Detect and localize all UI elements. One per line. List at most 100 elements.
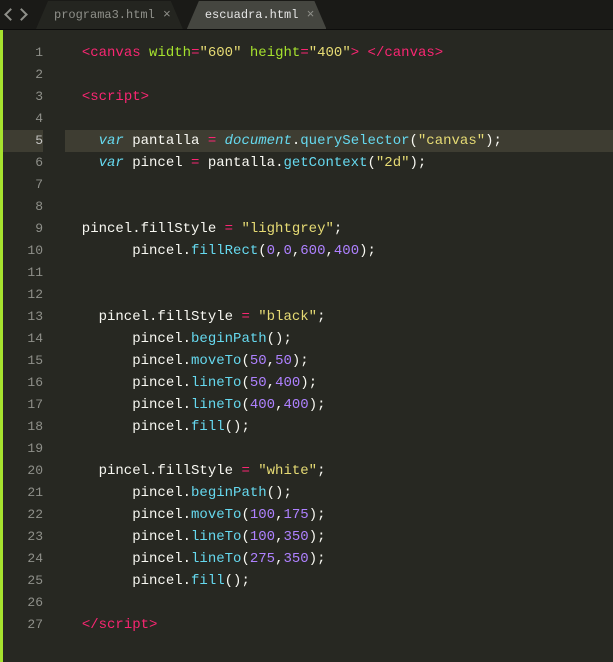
line-number: 5 bbox=[3, 130, 43, 152]
code-line[interactable]: </script> bbox=[65, 614, 613, 636]
code-line[interactable] bbox=[65, 438, 613, 460]
code-line[interactable]: pincel.lineTo(100,350); bbox=[65, 526, 613, 548]
token: height bbox=[250, 45, 300, 61]
token bbox=[65, 89, 82, 105]
token: getContext bbox=[283, 155, 367, 171]
token: pincel bbox=[124, 155, 191, 171]
tab-label: escuadra.html bbox=[205, 8, 299, 22]
token bbox=[359, 45, 367, 61]
token: ; bbox=[334, 221, 342, 237]
token: 0 bbox=[267, 243, 275, 259]
code-line[interactable]: pincel.fillStyle = "lightgrey"; bbox=[65, 218, 613, 240]
token: (); bbox=[267, 331, 292, 347]
code-line[interactable] bbox=[65, 284, 613, 306]
token: ( bbox=[241, 551, 249, 567]
token: pincel. bbox=[65, 507, 191, 523]
code-area[interactable]: <canvas width="600" height="400"> </canv… bbox=[55, 30, 613, 662]
token bbox=[250, 309, 258, 325]
token: document bbox=[225, 133, 292, 149]
line-number: 11 bbox=[3, 262, 43, 284]
line-number: 13 bbox=[3, 306, 43, 328]
line-number: 20 bbox=[3, 460, 43, 482]
token: pincel. bbox=[65, 551, 191, 567]
token: ); bbox=[309, 529, 326, 545]
token: </ bbox=[82, 617, 99, 633]
token bbox=[141, 45, 149, 61]
line-number: 22 bbox=[3, 504, 43, 526]
line-number: 19 bbox=[3, 438, 43, 460]
token: , bbox=[267, 375, 275, 391]
line-number: 26 bbox=[3, 592, 43, 614]
code-line[interactable]: pincel.beginPath(); bbox=[65, 328, 613, 350]
token: ( bbox=[241, 397, 249, 413]
code-line[interactable]: pincel.beginPath(); bbox=[65, 482, 613, 504]
code-line[interactable]: pincel.lineTo(275,350); bbox=[65, 548, 613, 570]
code-line[interactable]: pincel.fillStyle = "black"; bbox=[65, 306, 613, 328]
line-number: 10 bbox=[3, 240, 43, 262]
token: lineTo bbox=[191, 397, 241, 413]
line-number: 12 bbox=[3, 284, 43, 306]
token: pincel. bbox=[65, 353, 191, 369]
token: = bbox=[225, 221, 233, 237]
code-line[interactable]: pincel.moveTo(100,175); bbox=[65, 504, 613, 526]
code-line[interactable] bbox=[65, 196, 613, 218]
code-line[interactable]: pincel.fill(); bbox=[65, 416, 613, 438]
token: , bbox=[267, 353, 275, 369]
code-line[interactable]: var pincel = pantalla.getContext("2d"); bbox=[65, 152, 613, 174]
token: < bbox=[82, 89, 90, 105]
code-line[interactable]: var pantalla = document.querySelector("c… bbox=[65, 130, 613, 152]
token bbox=[65, 133, 99, 149]
line-number: 6 bbox=[3, 152, 43, 174]
tab-label: programa3.html bbox=[54, 8, 155, 22]
token: script bbox=[90, 89, 140, 105]
line-number: 21 bbox=[3, 482, 43, 504]
token: (); bbox=[225, 419, 250, 435]
token: ); bbox=[309, 551, 326, 567]
code-line[interactable] bbox=[65, 108, 613, 130]
token: pincel. bbox=[65, 375, 191, 391]
token: ( bbox=[241, 529, 249, 545]
tab-1[interactable]: escuadra.html × bbox=[187, 1, 327, 29]
token: = bbox=[241, 309, 249, 325]
token bbox=[250, 463, 258, 479]
code-line[interactable]: pincel.fillRect(0,0,600,400); bbox=[65, 240, 613, 262]
code-line[interactable]: pincel.lineTo(400,400); bbox=[65, 394, 613, 416]
code-line[interactable]: pincel.fillStyle = "white"; bbox=[65, 460, 613, 482]
code-line[interactable]: <canvas width="600" height="400"> </canv… bbox=[65, 42, 613, 64]
token: pincel. bbox=[65, 529, 191, 545]
token: 50 bbox=[275, 353, 292, 369]
code-line[interactable] bbox=[65, 592, 613, 614]
code-line[interactable]: <script> bbox=[65, 86, 613, 108]
token: "400" bbox=[309, 45, 351, 61]
token: pincel.fillStyle bbox=[65, 309, 241, 325]
token bbox=[241, 45, 249, 61]
token: var bbox=[99, 133, 124, 149]
token: lineTo bbox=[191, 529, 241, 545]
code-line[interactable] bbox=[65, 174, 613, 196]
token: 350 bbox=[283, 529, 308, 545]
token: 400 bbox=[275, 375, 300, 391]
token: > bbox=[141, 89, 149, 105]
token: > bbox=[435, 45, 443, 61]
code-line[interactable]: pincel.fill(); bbox=[65, 570, 613, 592]
token: > bbox=[149, 617, 157, 633]
code-line[interactable] bbox=[65, 64, 613, 86]
token: ); bbox=[309, 507, 326, 523]
token: 350 bbox=[283, 551, 308, 567]
token: beginPath bbox=[191, 485, 267, 501]
token: "white" bbox=[258, 463, 317, 479]
code-line[interactable]: pincel.moveTo(50,50); bbox=[65, 350, 613, 372]
token: ; bbox=[317, 309, 325, 325]
line-number: 18 bbox=[3, 416, 43, 438]
token: ); bbox=[485, 133, 502, 149]
token: script bbox=[99, 617, 149, 633]
code-line[interactable] bbox=[65, 262, 613, 284]
token: fill bbox=[191, 419, 225, 435]
close-icon[interactable]: × bbox=[163, 7, 171, 22]
token: ; bbox=[317, 463, 325, 479]
line-number: 2 bbox=[3, 64, 43, 86]
close-icon[interactable]: × bbox=[307, 7, 315, 22]
code-line[interactable]: pincel.lineTo(50,400); bbox=[65, 372, 613, 394]
tab-0[interactable]: programa3.html × bbox=[36, 1, 183, 29]
nav-forward-icon[interactable] bbox=[15, 8, 28, 21]
